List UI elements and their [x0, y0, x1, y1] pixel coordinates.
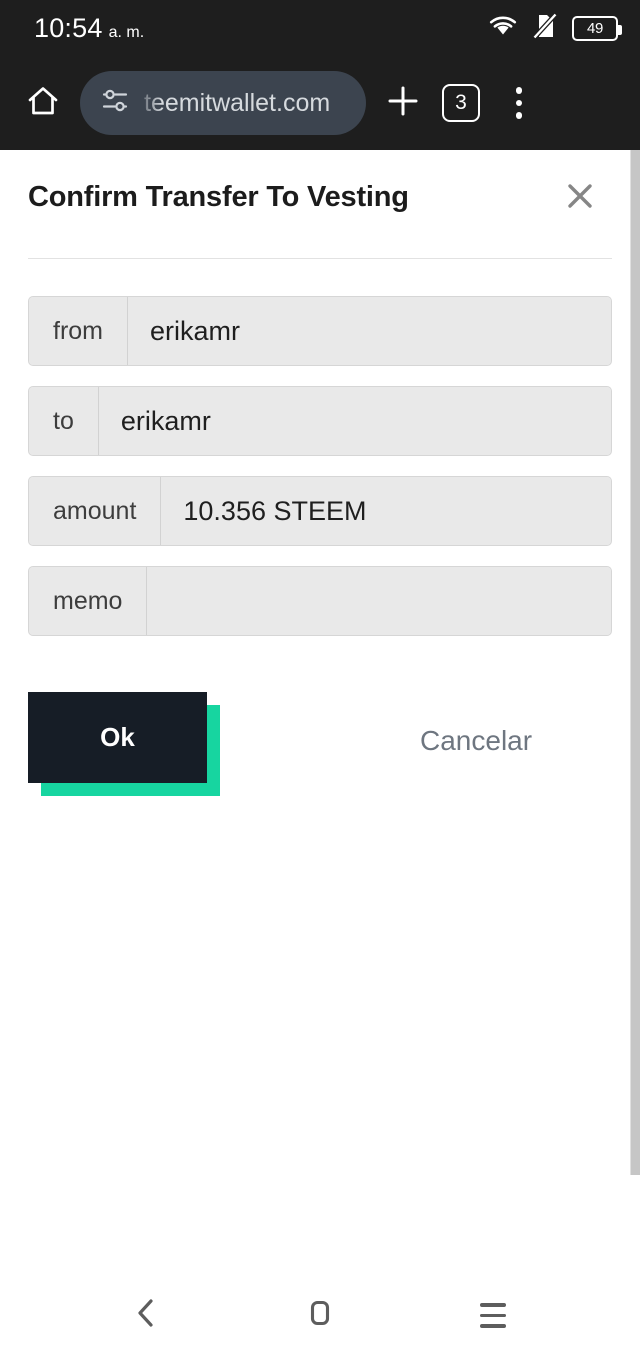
home-square-icon: [305, 1296, 335, 1335]
new-tab-button[interactable]: [374, 74, 432, 132]
kebab-menu-icon: [515, 87, 523, 119]
field-row-memo: memo: [28, 566, 612, 636]
plus-icon: [385, 83, 421, 124]
page-scrollbar[interactable]: [630, 150, 640, 1175]
tab-count-badge: 3: [442, 84, 480, 122]
dialog-panel: Confirm Transfer To Vesting from erikamr: [0, 150, 640, 796]
field-value-from: erikamr: [128, 297, 611, 365]
field-label-from: from: [29, 297, 128, 365]
browser-toolbar: teemitwallet.com 3: [0, 56, 640, 150]
no-sim-icon: [532, 12, 558, 45]
field-row-amount: amount 10.356 STEEM: [28, 476, 612, 546]
field-label-to: to: [29, 387, 99, 455]
clock-time: 10:54: [34, 12, 103, 43]
wifi-icon: [488, 14, 518, 43]
field-value-to: erikamr: [98, 387, 611, 455]
nav-home-button[interactable]: [284, 1286, 356, 1346]
home-button[interactable]: [14, 74, 72, 132]
close-icon: [563, 179, 597, 218]
tab-switcher-button[interactable]: 3: [432, 74, 490, 132]
dialog-header: Confirm Transfer To Vesting: [28, 150, 612, 220]
web-page-viewport: Confirm Transfer To Vesting from erikamr: [0, 150, 640, 1280]
phone-screen: 10:54 a. m. 49 teemitwallet.com 3 Confir…: [0, 0, 640, 1351]
field-label-memo: memo: [29, 567, 148, 635]
url-bar[interactable]: teemitwallet.com: [80, 71, 366, 135]
close-button[interactable]: [558, 176, 602, 220]
battery-level-label: 49: [586, 19, 604, 37]
transfer-fields: from erikamr to erikamr amount 10.356 ST…: [28, 296, 612, 636]
battery-icon: 49: [572, 15, 622, 41]
header-divider: [28, 258, 612, 259]
field-row-to: to erikamr: [28, 386, 612, 456]
clock-period: a. m.: [108, 23, 145, 41]
nav-back-button[interactable]: [111, 1286, 183, 1346]
dialog-actions: Ok Cancelar: [28, 692, 612, 796]
nav-recents-button[interactable]: [457, 1286, 529, 1346]
field-label-amount: amount: [29, 477, 162, 545]
ok-button-wrapper: Ok: [28, 692, 220, 796]
field-value-amount: 10.356 STEEM: [161, 477, 611, 545]
url-text[interactable]: teemitwallet.com: [144, 89, 330, 118]
status-bar: 10:54 a. m. 49: [0, 0, 640, 56]
status-clock: 10:54 a. m.: [34, 13, 144, 44]
recents-icon: [480, 1303, 507, 1328]
browser-menu-button[interactable]: [490, 74, 548, 132]
field-row-from: from erikamr: [28, 296, 612, 366]
field-value-memo: [147, 567, 611, 635]
page-title: Confirm Transfer To Vesting: [28, 181, 409, 213]
cancel-button[interactable]: Cancelar: [420, 725, 532, 757]
android-nav-bar: [0, 1280, 640, 1351]
site-settings-icon[interactable]: [100, 86, 130, 121]
ok-button[interactable]: Ok: [28, 692, 207, 783]
status-icons: 49: [488, 12, 622, 45]
back-chevron-icon: [132, 1296, 162, 1335]
home-icon: [24, 82, 62, 125]
